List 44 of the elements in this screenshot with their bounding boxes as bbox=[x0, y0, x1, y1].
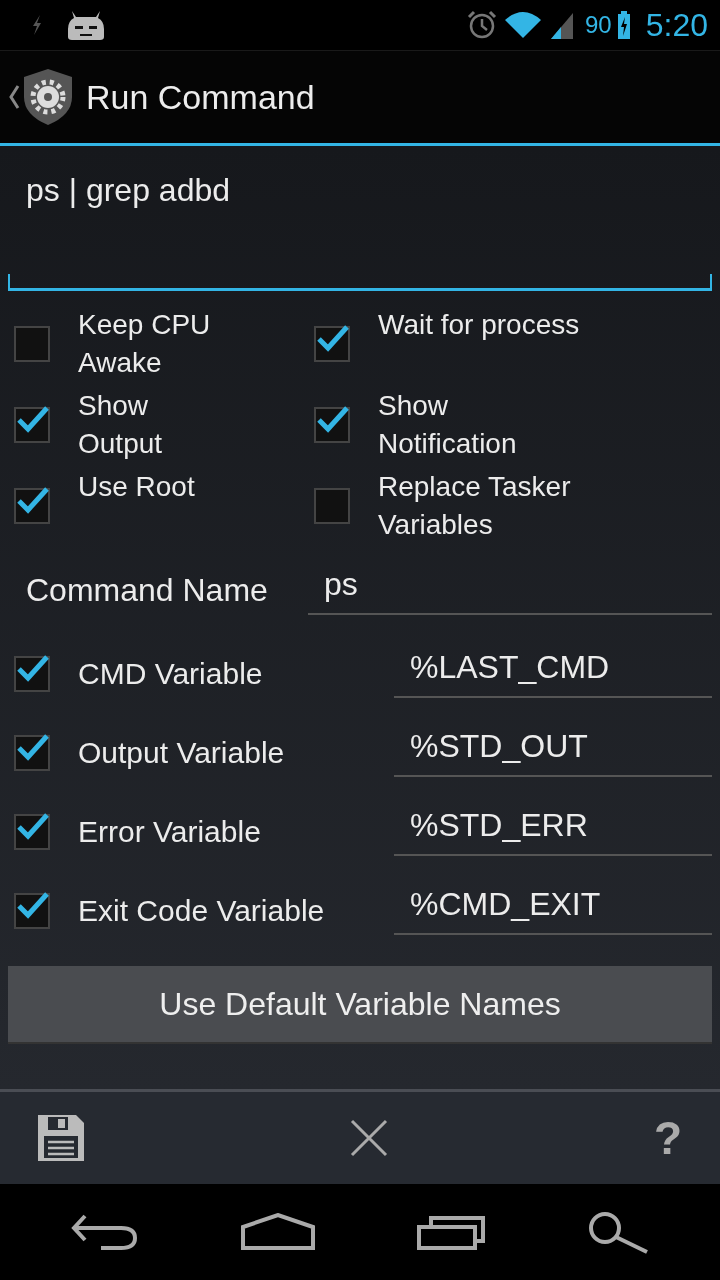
variable-label: CMD Variable bbox=[78, 656, 264, 691]
shield-gear-icon bbox=[22, 67, 74, 127]
option-label: Replace Tasker Variables bbox=[378, 470, 572, 542]
chevron-icon bbox=[8, 85, 20, 109]
checkbox[interactable] bbox=[14, 406, 50, 443]
recent-apps-icon[interactable] bbox=[417, 1213, 485, 1251]
variable-label: Error Variable bbox=[78, 814, 262, 849]
bolt-icon bbox=[30, 14, 44, 36]
checkbox[interactable] bbox=[14, 325, 50, 362]
screen-title: Run Command bbox=[86, 77, 315, 117]
checkbox[interactable] bbox=[314, 487, 350, 524]
variable-field[interactable]: %STD_ERR bbox=[394, 807, 712, 856]
help-button[interactable]: ? bbox=[653, 1111, 682, 1165]
alarm-icon bbox=[467, 10, 497, 40]
back-icon[interactable] bbox=[71, 1213, 139, 1251]
wifi-icon bbox=[503, 10, 543, 40]
variable-field[interactable]: %STD_OUT bbox=[394, 728, 712, 777]
option-label: Wait for process bbox=[378, 308, 581, 342]
battery-level: 90 bbox=[585, 11, 612, 39]
command-name-field[interactable]: ps bbox=[308, 565, 712, 615]
variable-field[interactable]: %LAST_CMD bbox=[394, 649, 712, 698]
checkbox[interactable] bbox=[14, 892, 50, 929]
save-icon[interactable] bbox=[38, 1115, 84, 1161]
home-icon[interactable] bbox=[241, 1213, 315, 1251]
battery-icon bbox=[617, 10, 630, 40]
option-label: Use Root bbox=[78, 470, 196, 504]
checkbox[interactable] bbox=[14, 655, 50, 692]
field-label: Command Name bbox=[25, 571, 269, 610]
robot-icon bbox=[66, 9, 106, 41]
variable-label: Output Variable bbox=[78, 735, 286, 770]
option-label: Keep CPU Awake bbox=[78, 308, 212, 380]
option-label: Show Output bbox=[78, 389, 164, 461]
option-label: Show Notification bbox=[378, 389, 518, 461]
clock: 5:20 bbox=[645, 6, 708, 44]
variable-field[interactable]: %CMD_EXIT bbox=[394, 886, 712, 935]
checkbox[interactable] bbox=[14, 813, 50, 850]
checkbox[interactable] bbox=[314, 406, 350, 443]
default-names-button[interactable]: Use Default Variable Names bbox=[8, 966, 712, 1044]
checkbox[interactable] bbox=[14, 734, 50, 771]
search-icon[interactable] bbox=[587, 1210, 649, 1254]
checkbox[interactable] bbox=[314, 325, 350, 362]
variable-label: Exit Code Variable bbox=[78, 893, 326, 928]
close-icon[interactable] bbox=[349, 1119, 388, 1157]
checkbox[interactable] bbox=[14, 487, 50, 524]
